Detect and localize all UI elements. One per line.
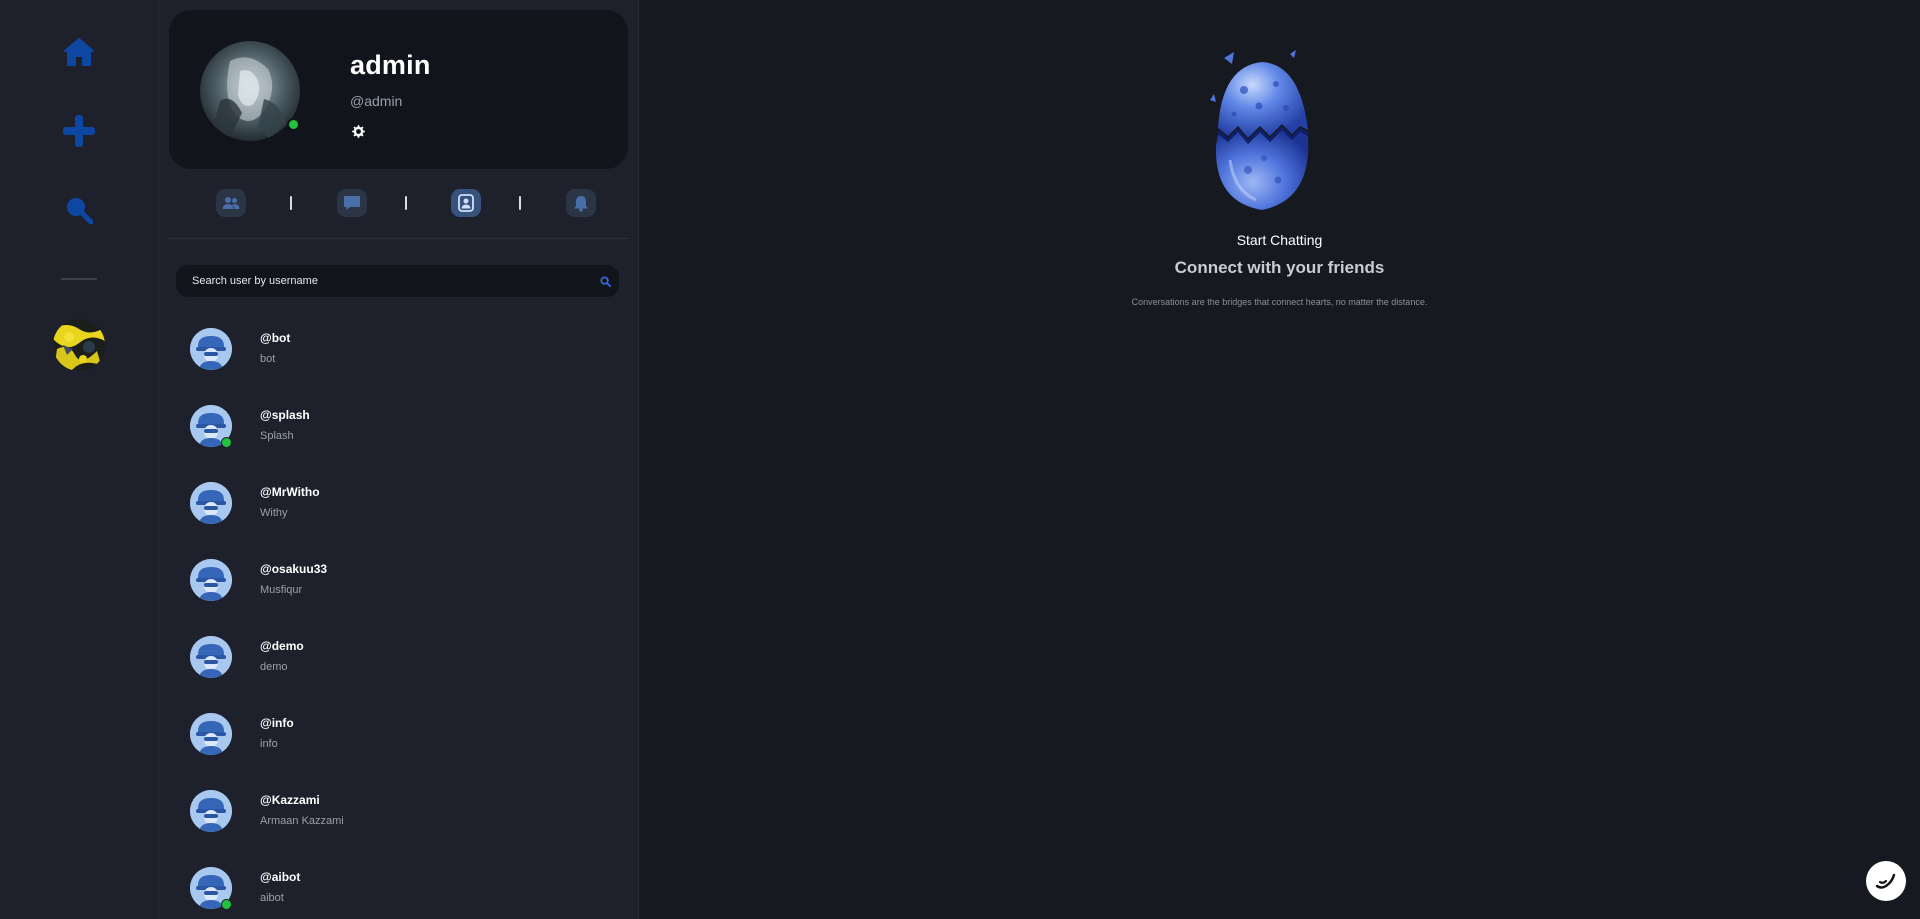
user-display-name: info [260,738,278,750]
profile-online-indicator [287,118,300,131]
user-list: @bot bot @splash Splash @MrWitho Withy @osakuu… [159,313,639,919]
contact-icon [458,194,474,212]
user-handle: @demo [260,639,304,653]
friends-icon [222,197,240,209]
default-avatar-icon [190,482,232,524]
user-list-item[interactable]: @aibot aibot [159,852,639,919]
user-list-item[interactable]: @bot bot [159,313,639,390]
tagline: Conversations are the bridges that conne… [1131,297,1428,307]
default-avatar-icon [190,636,232,678]
user-avatar [190,713,232,755]
gear-icon [351,124,365,138]
rail-divider [61,278,97,280]
floating-widget-button[interactable] [1866,861,1906,901]
server-avatar-image [53,319,105,371]
search-submit-button[interactable] [591,265,619,297]
default-avatar-icon [190,713,232,755]
connect-title: Connect with your friends [1174,258,1385,277]
user-display-name: Armaan Kazzami [260,815,344,827]
user-list-item[interactable]: @osakuu33 Musfiqur [159,544,639,621]
home-button[interactable] [54,27,104,77]
user-handle: @aibot [260,870,301,884]
user-display-name: demo [260,661,288,673]
server-avatar[interactable] [53,319,105,371]
user-display-name: Withy [260,507,288,519]
main-area: Start Chatting Connect with your friends… [639,0,1920,919]
profile-avatar[interactable] [200,41,300,141]
default-avatar-icon [190,328,232,370]
tab-friends[interactable] [216,189,246,217]
user-handle: @MrWitho [260,485,320,499]
swirl-icon [1875,873,1896,889]
profile-handle: @admin [350,93,403,109]
start-chatting-label: Start Chatting [1236,232,1323,248]
tab-separator [405,196,407,210]
tab-chats[interactable] [337,189,367,217]
user-handle: @info [260,716,294,730]
chat-icon [344,196,360,210]
user-search [176,265,619,297]
user-handle: @splash [260,408,310,422]
default-avatar-icon [190,790,232,832]
panel-divider [169,238,628,239]
plus-icon [63,115,95,147]
settings-button[interactable] [349,122,367,140]
bell-icon [574,195,588,212]
default-avatar-icon [190,559,232,601]
user-list-item[interactable]: @MrWitho Withy [159,467,639,544]
profile-avatar-image [200,41,300,141]
app: admin @admin Search user by username @bo… [0,0,1920,919]
tab-separator [519,196,521,210]
user-avatar [190,636,232,678]
tab-notifications[interactable] [566,189,596,217]
sidebar-panel: admin @admin Search user by username @bo… [159,0,639,919]
left-rail [0,0,159,919]
cracked-egg-illustration [1210,50,1309,210]
user-list-item[interactable]: @splash Splash [159,390,639,467]
user-display-name: aibot [260,892,284,904]
user-handle: @bot [260,331,291,345]
user-avatar [190,559,232,601]
user-handle: @Kazzami [260,793,320,807]
user-display-name: Musfiqur [260,584,303,596]
profile-card: admin @admin [169,10,628,169]
new-chat-button[interactable] [54,106,104,156]
user-display-name: bot [260,353,276,365]
user-list-item[interactable]: @info info [159,698,639,775]
search-input[interactable] [176,265,591,297]
user-list-item[interactable]: @Kazzami Armaan Kazzami [159,775,639,852]
profile-name: admin [350,50,431,80]
user-handle: @osakuu33 [260,562,328,576]
tab-contacts[interactable] [451,189,481,217]
sidebar-tabs [169,186,628,222]
user-avatar [190,482,232,524]
search-button[interactable] [54,185,104,235]
user-online-indicator [221,899,232,910]
user-online-indicator [221,437,232,448]
search-icon [599,275,611,287]
user-display-name: Splash [260,430,294,442]
tab-separator [290,196,292,210]
user-avatar [190,790,232,832]
search-icon [67,198,93,224]
home-icon [64,38,94,66]
user-list-item[interactable]: @demo demo [159,621,639,698]
user-avatar [190,328,232,370]
